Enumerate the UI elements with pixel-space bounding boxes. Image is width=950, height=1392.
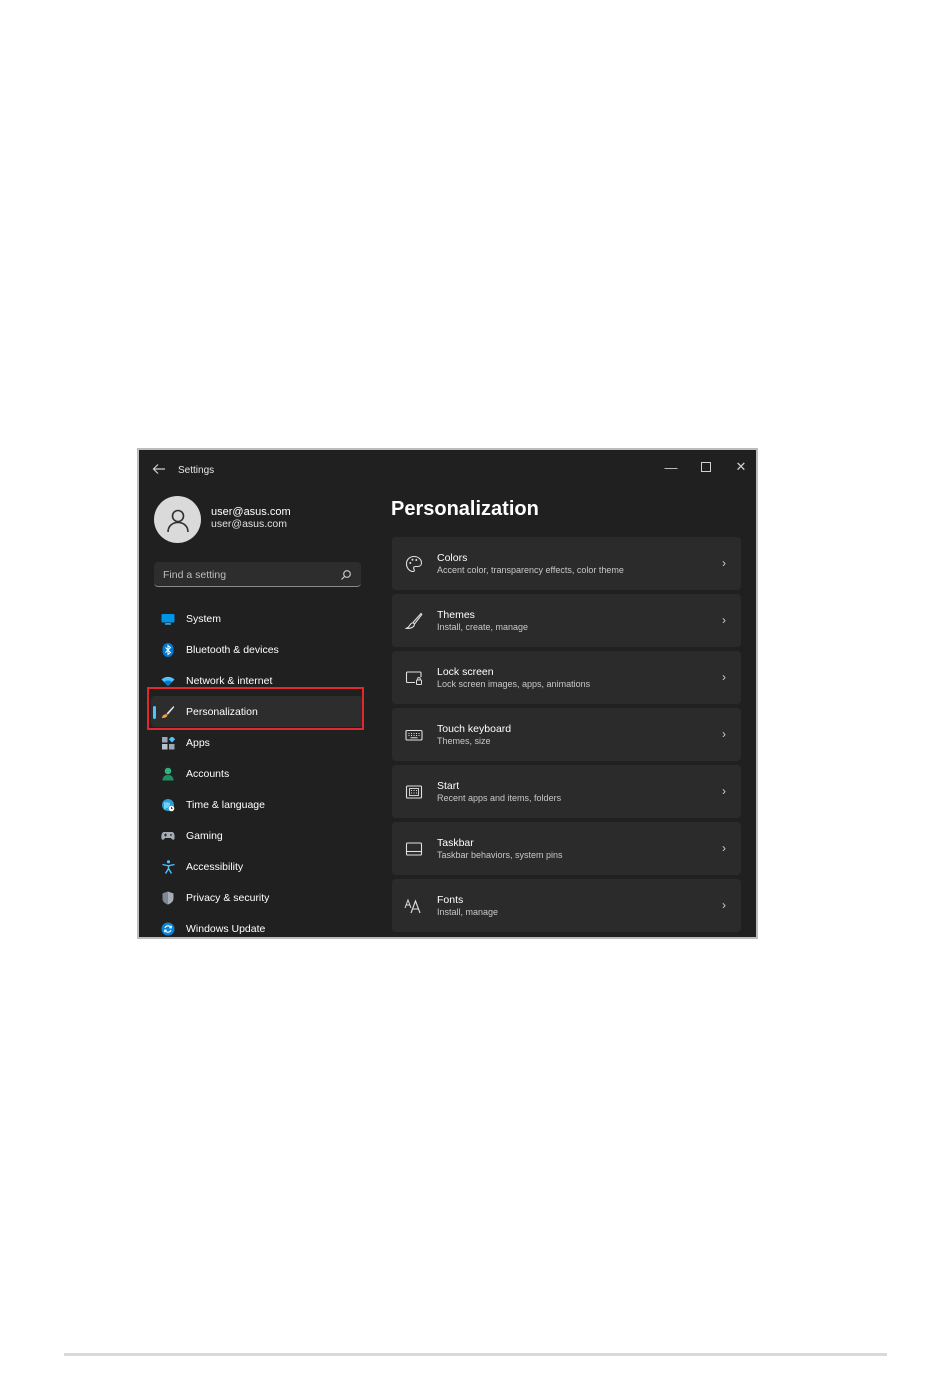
sidebar-item-label: Time & language (186, 798, 265, 811)
sidebar-item-windows-update[interactable]: Windows Update (151, 913, 363, 937)
user-icon (166, 509, 189, 532)
brush-icon (404, 611, 424, 631)
chevron-right-icon: › (722, 898, 726, 912)
avatar[interactable] (154, 496, 201, 543)
chevron-right-icon: › (722, 556, 726, 570)
chevron-right-icon: › (722, 613, 726, 627)
sidebar-item-label: Accounts (186, 767, 230, 780)
wifi-icon (161, 674, 175, 688)
update-icon (161, 922, 175, 936)
title-bar: Settings — ✕ (139, 450, 756, 488)
card-subtitle: Taskbar behaviors, system pins (437, 850, 563, 860)
sidebar-item-gaming[interactable]: Gaming (151, 820, 363, 851)
globe-icon (161, 798, 175, 812)
card-lock-screen[interactable]: Lock screen Lock screen images, apps, an… (392, 651, 741, 704)
system-icon (161, 612, 175, 626)
card-subtitle: Accent color, transparency effects, colo… (437, 565, 624, 575)
sidebar-item-label: System (186, 612, 222, 625)
settings-cards: Colors Accent color, transparency effect… (392, 537, 741, 936)
card-colors[interactable]: Colors Accent color, transparency effect… (392, 537, 741, 590)
user-name: user@asus.com (211, 506, 291, 518)
lock-screen-icon (404, 668, 424, 688)
start-icon (404, 782, 424, 802)
chevron-right-icon: › (722, 841, 726, 855)
sidebar-item-label: Bluetooth & devices (186, 643, 279, 656)
sidebar-nav: System Bluetooth & devices Network & int… (151, 603, 363, 937)
sidebar-item-apps[interactable]: Apps (151, 727, 363, 758)
accessibility-icon (161, 860, 175, 874)
card-title: Themes (437, 609, 475, 621)
highlight-box (147, 687, 364, 730)
sidebar-item-label: Privacy & security (186, 891, 270, 904)
card-subtitle: Lock screen images, apps, animations (437, 679, 591, 689)
gamepad-icon (161, 829, 175, 843)
card-start[interactable]: Start Recent apps and items, folders › (392, 765, 741, 818)
accounts-icon (161, 767, 175, 781)
apps-icon (161, 736, 175, 750)
sidebar-item-label: Apps (186, 736, 210, 749)
search-icon[interactable] (340, 568, 352, 580)
sidebar-item-accessibility[interactable]: Accessibility (151, 851, 363, 882)
taskbar-icon (404, 839, 424, 859)
minimize-button[interactable]: — (656, 456, 686, 478)
fonts-icon (404, 896, 424, 916)
close-button[interactable]: ✕ (726, 456, 756, 478)
chevron-right-icon: › (722, 784, 726, 798)
sidebar-item-label: Windows Update (186, 922, 266, 935)
sidebar-item-label: Gaming (186, 829, 223, 842)
sidebar-item-label: Accessibility (186, 860, 244, 873)
card-title: Lock screen (437, 666, 494, 678)
page-title: Personalization (391, 498, 539, 520)
chevron-right-icon: › (722, 670, 726, 684)
shield-icon (161, 891, 175, 905)
card-title: Colors (437, 552, 468, 564)
bluetooth-icon (161, 643, 175, 657)
search-input[interactable]: Find a setting (154, 562, 361, 587)
sidebar-item-accounts[interactable]: Accounts (151, 758, 363, 789)
app-title: Settings (178, 465, 215, 476)
maximize-button[interactable] (691, 456, 721, 478)
back-arrow-icon[interactable] (151, 462, 167, 476)
palette-icon (404, 554, 424, 574)
sidebar-item-label: Network & internet (186, 674, 273, 687)
sidebar-item-time-language[interactable]: Time & language (151, 789, 363, 820)
page-footer-divider (64, 1353, 887, 1356)
card-subtitle: Recent apps and items, folders (437, 793, 562, 803)
card-touch-keyboard[interactable]: Touch keyboard Themes, size › (392, 708, 741, 761)
card-title: Taskbar (437, 837, 474, 849)
card-subtitle: Install, create, manage (437, 622, 529, 632)
sidebar-item-bluetooth[interactable]: Bluetooth & devices (151, 634, 363, 665)
chevron-right-icon: › (722, 727, 726, 741)
card-title: Start (437, 780, 460, 792)
search-placeholder: Find a setting (163, 569, 227, 581)
settings-window: Settings — ✕ user@asus.com user@asus.com… (137, 448, 758, 939)
card-subtitle: Themes, size (437, 736, 491, 746)
card-subtitle: Install, manage (437, 907, 499, 917)
card-title: Fonts (437, 894, 464, 906)
keyboard-icon (404, 725, 424, 745)
sidebar-item-privacy-security[interactable]: Privacy & security (151, 882, 363, 913)
user-email: user@asus.com (211, 518, 288, 530)
card-themes[interactable]: Themes Install, create, manage › (392, 594, 741, 647)
card-title: Touch keyboard (437, 723, 512, 735)
card-taskbar[interactable]: Taskbar Taskbar behaviors, system pins › (392, 822, 741, 875)
card-fonts[interactable]: Fonts Install, manage › (392, 879, 741, 932)
sidebar-item-system[interactable]: System (151, 603, 363, 634)
